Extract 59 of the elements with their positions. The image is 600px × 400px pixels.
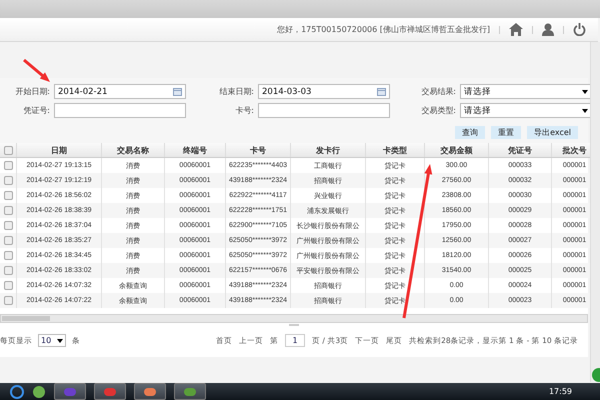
dropdown-arrow-icon	[582, 108, 588, 112]
action-button[interactable]: 重置	[491, 126, 522, 139]
field-label: 卡号:	[234, 105, 254, 116]
browser-icon[interactable]	[10, 384, 24, 398]
row-checkbox[interactable]	[4, 251, 12, 260]
dropdown-arrow-icon	[57, 338, 63, 342]
column-header: 卡类型	[366, 143, 424, 158]
date-field[interactable]: 2014-02-21	[54, 84, 186, 99]
date-field[interactable]: 2014-03-03	[258, 84, 390, 99]
action-button[interactable]: 查询	[455, 126, 486, 139]
checkbox[interactable]	[4, 146, 12, 155]
column-header: 交易金额	[424, 143, 488, 158]
column-header: 终端号	[164, 143, 226, 158]
taskbar-button[interactable]	[94, 383, 126, 400]
page-number-field[interactable]: 1	[285, 334, 306, 347]
app-icon	[184, 388, 196, 396]
vertical-scrollbar[interactable]	[590, 42, 600, 382]
row-checkbox[interactable]	[4, 191, 12, 200]
field-label: 结束日期:	[218, 86, 254, 97]
field-label: 交易结果:	[420, 86, 456, 97]
clock-text: 17:59	[548, 386, 572, 396]
row-checkbox[interactable]	[4, 281, 12, 290]
taskbar-button[interactable]	[134, 383, 166, 400]
power-icon[interactable]	[573, 23, 586, 36]
column-header: 交易名称	[102, 143, 164, 158]
app-icon	[144, 388, 156, 396]
select-field[interactable]: 请选择	[460, 103, 592, 118]
field-label: 凭证号:	[22, 105, 50, 116]
row-checkbox[interactable]	[4, 266, 12, 275]
horizontal-scrollbar[interactable]	[0, 314, 588, 323]
row-checkbox[interactable]	[4, 221, 12, 230]
greeting-text: 您好，175T00150720006 [佛山市禅城区博哲五金批发行]	[277, 24, 490, 35]
user-icon[interactable]	[542, 23, 554, 36]
calendar-icon	[377, 88, 386, 96]
row-checkbox[interactable]	[4, 161, 12, 170]
home-icon[interactable]	[509, 23, 523, 36]
field-label: 开始日期:	[14, 86, 50, 97]
app-icon	[64, 388, 76, 396]
calendar-icon	[173, 88, 182, 96]
input-field[interactable]	[258, 103, 390, 118]
scrollbar-thumb[interactable]	[2, 316, 50, 321]
app-icon	[104, 388, 116, 396]
column-header: 日期	[16, 143, 102, 158]
field-label: 交易类型:	[420, 105, 456, 116]
page-size-select[interactable]: 10	[38, 334, 66, 347]
taskbar-button[interactable]	[54, 383, 86, 400]
column-header: 凭证号	[488, 143, 552, 158]
input-field[interactable]	[54, 103, 186, 118]
dropdown-arrow-icon	[582, 90, 588, 94]
select-field[interactable]: 请选择	[460, 84, 592, 99]
row-checkbox[interactable]	[4, 236, 12, 245]
column-header: 卡号	[226, 143, 290, 158]
annotation-arrow	[22, 58, 52, 84]
row-checkbox[interactable]	[4, 176, 12, 185]
row-checkbox[interactable]	[4, 206, 12, 215]
column-header: 发卡行	[290, 143, 366, 158]
action-button[interactable]: 导出excel	[527, 126, 578, 139]
row-checkbox[interactable]	[4, 296, 12, 305]
taskbar-button[interactable]	[174, 383, 206, 400]
